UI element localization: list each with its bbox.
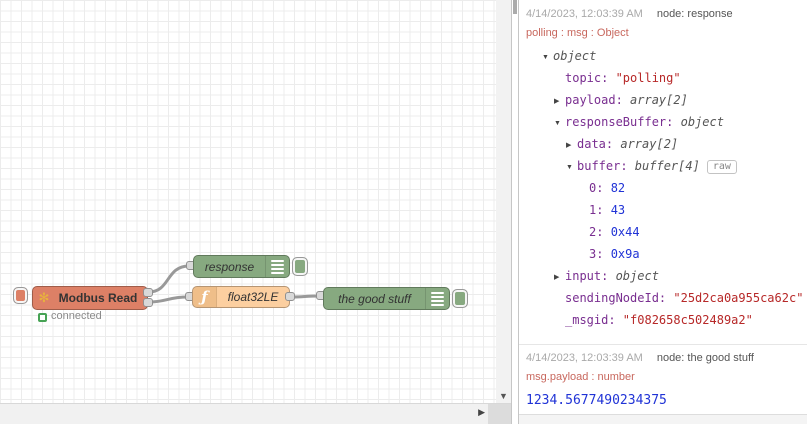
canvas-vertical-scrollbar[interactable]: ▼ bbox=[496, 0, 511, 403]
collapse-icon[interactable]: ▼ bbox=[554, 120, 565, 127]
debug-value: object bbox=[615, 269, 659, 283]
response-debug-toggle-button[interactable] bbox=[292, 257, 308, 276]
debug-message-path: msg.payload : number bbox=[526, 371, 635, 383]
debug-key: topic: bbox=[565, 71, 616, 85]
node-label: Modbus Read bbox=[58, 291, 138, 305]
debug-tree-row: ▶ payload: array[2] bbox=[526, 93, 799, 109]
debug-tree-row: ▶ data: array[2] bbox=[526, 137, 799, 153]
wires-layer bbox=[147, 264, 321, 304]
node-float32le[interactable]: ƒ float32LE bbox=[192, 286, 290, 308]
collapse-icon[interactable]: ▼ bbox=[566, 164, 577, 171]
debug-key: payload: bbox=[565, 93, 631, 107]
debug-sidebar: 4/14/2023, 12:03:39 AM node: response po… bbox=[519, 0, 807, 424]
separator-grip[interactable] bbox=[513, 0, 517, 14]
debug-key: 3: bbox=[589, 247, 611, 261]
debug-tree-row: topic: "polling" bbox=[526, 71, 799, 87]
debug-value: buffer[4] bbox=[634, 159, 700, 173]
debug-value: "25d2ca0a955ca62c" bbox=[673, 291, 804, 305]
debug-tree-row: 2: 0x44 bbox=[526, 225, 799, 241]
node-the-good-stuff[interactable]: the good stuff bbox=[323, 287, 450, 310]
node-response[interactable]: response bbox=[193, 255, 290, 278]
debug-tree-row: ▶ input: object bbox=[526, 269, 799, 285]
debug-source-node[interactable]: node: the good stuff bbox=[657, 352, 754, 364]
debug-number-value[interactable]: 1234.5677490234375 bbox=[526, 393, 799, 408]
canvas-horizontal-scrollbar[interactable]: ▶ bbox=[0, 403, 511, 424]
node-label: response bbox=[204, 259, 255, 274]
debug-key: 1: bbox=[589, 203, 611, 217]
debug-key: buffer: bbox=[577, 159, 635, 173]
node-status-text: connected bbox=[51, 310, 102, 322]
node-label: float32LE bbox=[227, 290, 279, 304]
modbus-output-port-2[interactable] bbox=[143, 298, 153, 307]
debug-tree-row: _msgid: "f082658c502489a2" bbox=[526, 313, 799, 329]
debug-tree-row: sendingNodeId: "25d2ca0a955ca62c" bbox=[526, 291, 803, 307]
float32-output-port[interactable] bbox=[285, 292, 295, 301]
sidebar-resize-separator[interactable] bbox=[511, 0, 519, 424]
debug-key: input: bbox=[565, 269, 616, 283]
expand-icon[interactable]: ▶ bbox=[554, 97, 565, 105]
debug-key: data: bbox=[577, 137, 621, 151]
wire-modbus-to-response[interactable] bbox=[147, 264, 191, 294]
debug-value: array[2] bbox=[620, 137, 679, 151]
debug-source-node[interactable]: node: response bbox=[657, 8, 733, 20]
node-modbus-read[interactable]: ✻ Modbus Read bbox=[32, 286, 148, 310]
debug-tree: ▼ object topic: "polling" ▶ payload: array[2… bbox=[526, 49, 803, 329]
node-status-icon bbox=[38, 313, 47, 322]
debug-tree-row: ▼ responseBuffer: object bbox=[526, 115, 799, 131]
debug-list-icon bbox=[265, 256, 289, 277]
debug-value: 82 bbox=[610, 181, 626, 195]
debug-message-path: polling : msg : Object bbox=[526, 27, 629, 39]
debug-timestamp: 4/14/2023, 12:03:39 AM bbox=[526, 352, 643, 364]
debug-tree-row: 1: 43 bbox=[526, 203, 799, 219]
debug-value: array[2] bbox=[630, 93, 688, 107]
flow-canvas[interactable]: ✻ Modbus Read connected response ƒ float… bbox=[0, 0, 496, 403]
debug-tree-row: ▼ buffer: buffer[4] raw bbox=[526, 159, 799, 175]
horizontal-scrollbar-thumb[interactable] bbox=[488, 404, 511, 424]
raw-toggle-button[interactable]: raw bbox=[706, 160, 737, 174]
node-red-editor: ✻ Modbus Read connected response ƒ float… bbox=[0, 0, 807, 424]
debug-value: object bbox=[553, 49, 597, 63]
modbus-node-icon: ✻ bbox=[38, 290, 50, 305]
modbus-output-port-1[interactable] bbox=[143, 288, 153, 297]
debug-value: "f082658c502489a2" bbox=[622, 313, 753, 327]
expand-icon[interactable]: ▶ bbox=[554, 273, 565, 281]
goodstuff-debug-toggle-button[interactable] bbox=[452, 289, 468, 308]
debug-list-icon bbox=[425, 288, 449, 309]
debug-key: _msgid: bbox=[565, 313, 623, 327]
debug-value: 0x9a bbox=[610, 247, 640, 261]
scroll-right-arrow-icon[interactable]: ▶ bbox=[478, 407, 485, 418]
scroll-down-arrow-icon[interactable]: ▼ bbox=[496, 391, 511, 401]
debug-message-meta: 4/14/2023, 12:03:39 AM node: the good st… bbox=[526, 352, 799, 364]
debug-message: 4/14/2023, 12:03:39 AM node: response po… bbox=[519, 0, 807, 345]
expand-icon[interactable]: ▶ bbox=[566, 141, 577, 149]
modbus-node-button[interactable] bbox=[13, 287, 28, 304]
debug-key: responseBuffer: bbox=[565, 115, 681, 129]
function-icon: ƒ bbox=[193, 287, 217, 307]
debug-message-meta: 4/14/2023, 12:03:39 AM node: response bbox=[526, 8, 799, 20]
node-label: the good stuff bbox=[338, 291, 411, 306]
sidebar-footer bbox=[519, 414, 807, 424]
debug-key: 2: bbox=[589, 225, 611, 239]
debug-value: "polling" bbox=[615, 71, 681, 85]
debug-tree-row: 0: 82 bbox=[526, 181, 799, 197]
debug-tree-row: ▼ object bbox=[526, 49, 799, 65]
debug-message: 4/14/2023, 12:03:39 AM node: the good st… bbox=[519, 345, 807, 408]
debug-timestamp: 4/14/2023, 12:03:39 AM bbox=[526, 8, 643, 20]
debug-value: 0x44 bbox=[610, 225, 640, 239]
debug-key: 0: bbox=[589, 181, 611, 195]
debug-value: object bbox=[680, 115, 724, 129]
debug-key: sendingNodeId: bbox=[565, 291, 674, 305]
wire-modbus-to-float32[interactable] bbox=[147, 295, 190, 304]
collapse-icon[interactable]: ▼ bbox=[542, 54, 553, 61]
debug-value: 43 bbox=[610, 203, 626, 217]
debug-tree-row: 3: 0x9a bbox=[526, 247, 799, 263]
